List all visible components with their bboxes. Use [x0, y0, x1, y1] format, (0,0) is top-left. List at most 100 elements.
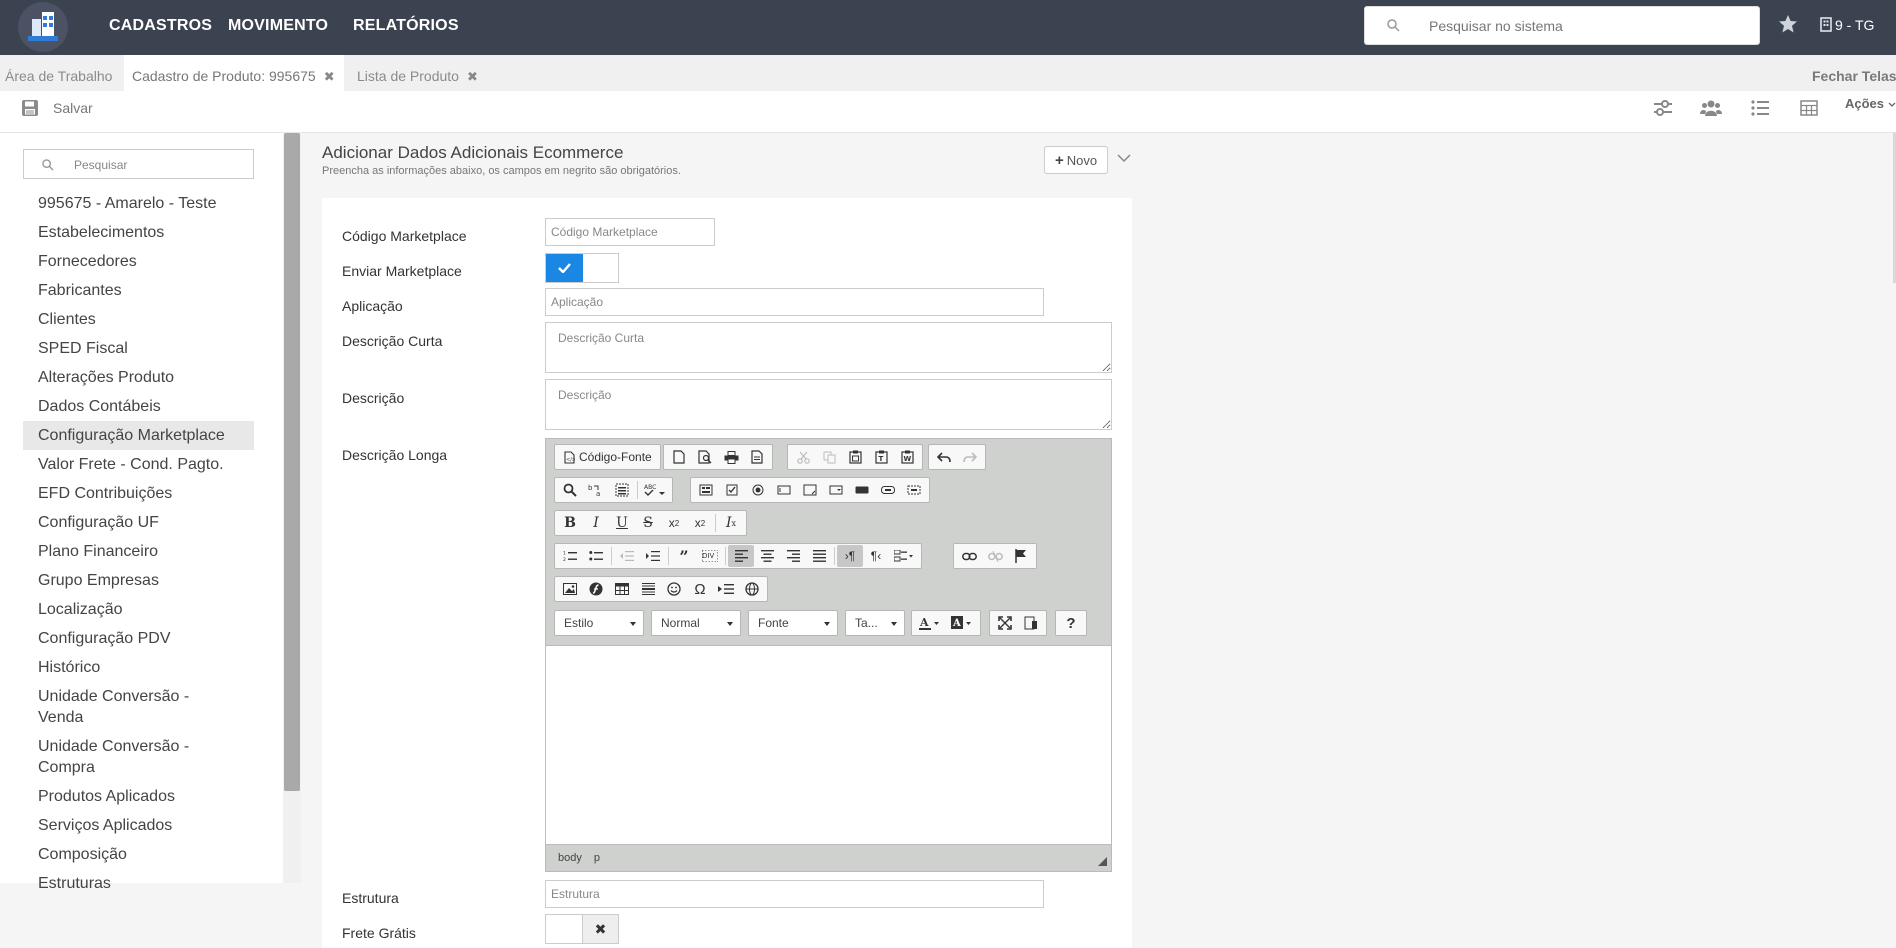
path-p[interactable]: p: [594, 852, 600, 864]
spellcheck-icon[interactable]: ABC: [640, 479, 670, 501]
sidebar-item[interactable]: Histórico: [23, 653, 254, 682]
preview-icon[interactable]: [692, 446, 718, 468]
sidebar-item[interactable]: Fabricantes: [23, 276, 254, 305]
indent-icon[interactable]: [640, 545, 666, 567]
sidebar-item[interactable]: Configuração UF: [23, 508, 254, 537]
sidebar-item[interactable]: Dados Contábeis: [23, 392, 254, 421]
enviar-marketplace-toggle[interactable]: [545, 253, 619, 283]
flash-icon[interactable]: [583, 578, 609, 600]
new-button[interactable]: + Novo: [1044, 146, 1108, 174]
estrutura-input[interactable]: [545, 880, 1044, 908]
language-icon[interactable]: [889, 545, 919, 567]
link-icon[interactable]: [956, 545, 982, 567]
image-icon[interactable]: [557, 578, 583, 600]
textfield-icon[interactable]: [771, 479, 797, 501]
smiley-icon[interactable]: [661, 578, 687, 600]
cut-icon[interactable]: [790, 446, 816, 468]
superscript-icon[interactable]: x2: [687, 512, 713, 534]
style-select[interactable]: Estilo: [554, 610, 644, 636]
sidebar-scroll-thumb[interactable]: [284, 133, 300, 791]
sidebar-item[interactable]: Plano Financeiro: [23, 537, 254, 566]
horizontal-rule-icon[interactable]: [635, 578, 661, 600]
select-all-icon[interactable]: [609, 479, 635, 501]
tab-cadastro-produto[interactable]: Cadastro de Produto: 995675 ✖: [124, 55, 344, 91]
sidebar-item[interactable]: Fornecedores: [23, 247, 254, 276]
print-icon[interactable]: [718, 446, 744, 468]
numbered-list-icon[interactable]: 12: [557, 545, 583, 567]
sidebar-search-input[interactable]: [74, 156, 244, 174]
subscript-icon[interactable]: x2: [661, 512, 687, 534]
paste-word-icon[interactable]: W: [894, 446, 920, 468]
source-code-button[interactable]: </> Código-Fonte: [557, 446, 658, 468]
app-logo[interactable]: [18, 2, 68, 52]
maximize-icon[interactable]: [992, 612, 1018, 634]
sidebar-item[interactable]: Configuração Marketplace: [23, 421, 254, 450]
italic-icon[interactable]: I: [583, 512, 609, 534]
sidebar-item[interactable]: Unidade Conversão - Venda: [23, 682, 254, 732]
redo-icon[interactable]: [957, 446, 983, 468]
sidebar-item[interactable]: Alterações Produto: [23, 363, 254, 392]
tab-area-de-trabalho[interactable]: Área de Trabalho: [5, 55, 125, 91]
tab-lista-produto[interactable]: Lista de Produto ✖: [357, 55, 497, 91]
company-selector[interactable]: 9 - TG: [1820, 17, 1874, 33]
underline-icon[interactable]: U: [609, 512, 635, 534]
div-container-icon[interactable]: DIV: [697, 545, 723, 567]
radio-icon[interactable]: [745, 479, 771, 501]
format-select[interactable]: Normal: [651, 610, 741, 636]
sidebar-item[interactable]: Serviços Aplicados: [23, 811, 254, 840]
sidebar-item[interactable]: Configuração PDV: [23, 624, 254, 653]
size-select[interactable]: Ta...: [845, 610, 905, 636]
sidebar-item[interactable]: Valor Frete - Cond. Pagto.: [23, 450, 254, 479]
textarea-icon[interactable]: [797, 479, 823, 501]
sidebar-item[interactable]: Localização: [23, 595, 254, 624]
close-all-tabs-link[interactable]: Fechar Telas: [1812, 68, 1896, 84]
strikethrough-icon[interactable]: S: [635, 512, 661, 534]
frete-gratis-toggle[interactable]: ✖: [545, 914, 619, 944]
acoes-dropdown[interactable]: Ações: [1845, 96, 1896, 111]
justify-icon[interactable]: [806, 545, 832, 567]
save-button[interactable]: Salvar: [21, 95, 93, 121]
paste-icon[interactable]: [842, 446, 868, 468]
blockquote-icon[interactable]: ”: [671, 545, 697, 567]
undo-icon[interactable]: [931, 446, 957, 468]
bold-icon[interactable]: B: [557, 512, 583, 534]
users-icon[interactable]: [1698, 95, 1724, 121]
checkbox-icon[interactable]: [719, 479, 745, 501]
special-char-icon[interactable]: Ω: [687, 578, 713, 600]
sidebar-item[interactable]: Clientes: [23, 305, 254, 334]
collapse-chevron-icon[interactable]: [1117, 150, 1131, 168]
menu-relatorios[interactable]: RELATÓRIOS: [353, 17, 459, 35]
sidebar-item[interactable]: Unidade Conversão - Compra: [23, 732, 254, 782]
form-icon[interactable]: [693, 479, 719, 501]
insert-table-icon[interactable]: [609, 578, 635, 600]
bulleted-list-icon[interactable]: [583, 545, 609, 567]
sidebar-item[interactable]: Composição: [23, 840, 254, 869]
select-field-icon[interactable]: [823, 479, 849, 501]
paste-text-icon[interactable]: T: [868, 446, 894, 468]
rtl-icon[interactable]: ¶‹: [863, 545, 889, 567]
aplicacao-input[interactable]: [545, 288, 1044, 316]
descricao-textarea[interactable]: [545, 379, 1112, 430]
templates-icon[interactable]: [744, 446, 770, 468]
iframe-globe-icon[interactable]: [739, 578, 765, 600]
sidebar-item[interactable]: Estruturas: [23, 869, 254, 898]
codigo-marketplace-input[interactable]: [545, 218, 715, 246]
sidebar-item[interactable]: Produtos Aplicados: [23, 782, 254, 811]
text-color-icon[interactable]: A: [914, 612, 946, 634]
align-left-icon[interactable]: [728, 545, 754, 567]
list-icon[interactable]: [1747, 95, 1773, 121]
find-icon[interactable]: [557, 479, 583, 501]
menu-cadastros[interactable]: CADASTROS: [109, 17, 212, 35]
sidebar-item[interactable]: 995675 - Amarelo - Teste: [23, 189, 254, 218]
menu-movimento[interactable]: MOVIMENTO: [228, 17, 328, 35]
button-field-icon[interactable]: [849, 479, 875, 501]
descricao-curta-textarea[interactable]: [545, 322, 1112, 373]
table-icon[interactable]: [1796, 95, 1822, 121]
sidebar-item[interactable]: Estabelecimentos: [23, 218, 254, 247]
remove-format-icon[interactable]: Ix: [718, 512, 744, 534]
sidebar-item[interactable]: EFD Contribuições: [23, 479, 254, 508]
help-icon[interactable]: ?: [1058, 612, 1084, 634]
show-blocks-icon[interactable]: [1018, 612, 1044, 634]
path-body[interactable]: body: [558, 852, 582, 864]
sidebar-item[interactable]: SPED Fiscal: [23, 334, 254, 363]
